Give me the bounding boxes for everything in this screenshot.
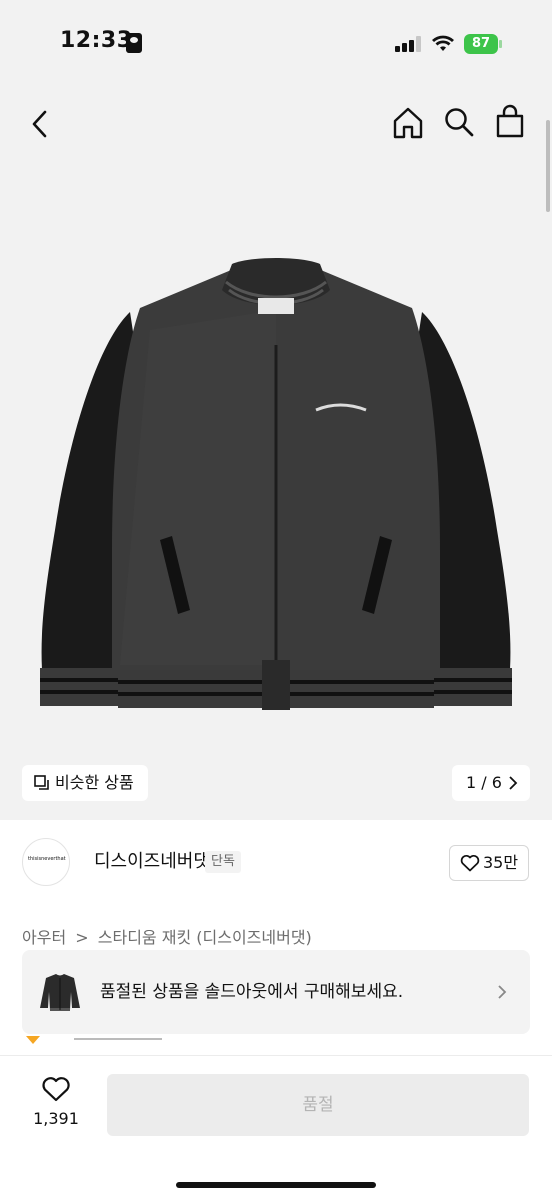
shopping-bag-icon[interactable] <box>494 104 526 138</box>
image-pager-count: 1 / 6 <box>466 773 502 792</box>
home-indicator[interactable] <box>176 1182 376 1188</box>
brand-like-count: 35만 <box>483 853 519 872</box>
battery-icon: 87 <box>464 34 504 54</box>
scrollbar[interactable] <box>546 120 550 212</box>
search-icon[interactable] <box>443 106 475 138</box>
soldout-product-thumbnail <box>40 974 80 1011</box>
soldout-banner[interactable]: 품절된 상품을 솔드아웃에서 구매해보세요. <box>22 950 530 1034</box>
home-icon[interactable] <box>391 106 425 140</box>
back-button[interactable] <box>26 108 54 140</box>
similar-products-icon <box>34 775 49 790</box>
chevron-right-icon <box>498 985 507 999</box>
wishlist-button[interactable]: 1,391 <box>30 1072 82 1132</box>
brand-logo-wordmark: thisisneverthat <box>28 856 66 862</box>
brand-like-button[interactable]: 35만 <box>449 845 529 881</box>
rating-row-peek <box>22 1034 162 1044</box>
wifi-icon <box>432 35 454 51</box>
brand-name[interactable]: 디스이즈네버댓 <box>94 849 210 875</box>
similar-products-label: 비슷한 상품 <box>55 773 134 792</box>
id-card-icon <box>126 33 142 53</box>
product-image <box>40 258 512 710</box>
brand-logo[interactable]: thisisneverthat <box>22 838 70 886</box>
buy-button-soldout[interactable]: 품절 <box>107 1074 529 1136</box>
breadcrumb-product[interactable]: 스타디움 재킷 (디스이즈네버댓) <box>98 928 312 947</box>
cellular-signal-icon <box>395 36 425 52</box>
star-icon <box>26 1036 40 1044</box>
breadcrumb-category[interactable]: 아우터 <box>22 928 66 947</box>
exclusive-badge: 단독 <box>205 851 241 873</box>
chevron-right-icon <box>509 776 518 790</box>
status-time: 12:33 <box>60 28 133 53</box>
breadcrumb-separator: > <box>75 928 89 947</box>
image-pager[interactable]: 1 / 6 <box>452 765 530 801</box>
soldout-banner-text: 품절된 상품을 솔드아웃에서 구매해보세요. <box>100 982 404 1002</box>
heart-icon <box>460 854 480 872</box>
similar-products-button[interactable]: 비슷한 상품 <box>22 765 148 801</box>
battery-level: 87 <box>464 34 498 54</box>
breadcrumb: 아우터 > 스타디움 재킷 (디스이즈네버댓) <box>22 927 316 949</box>
wishlist-count: 1,391 <box>33 1109 79 1128</box>
heart-icon <box>42 1077 70 1102</box>
